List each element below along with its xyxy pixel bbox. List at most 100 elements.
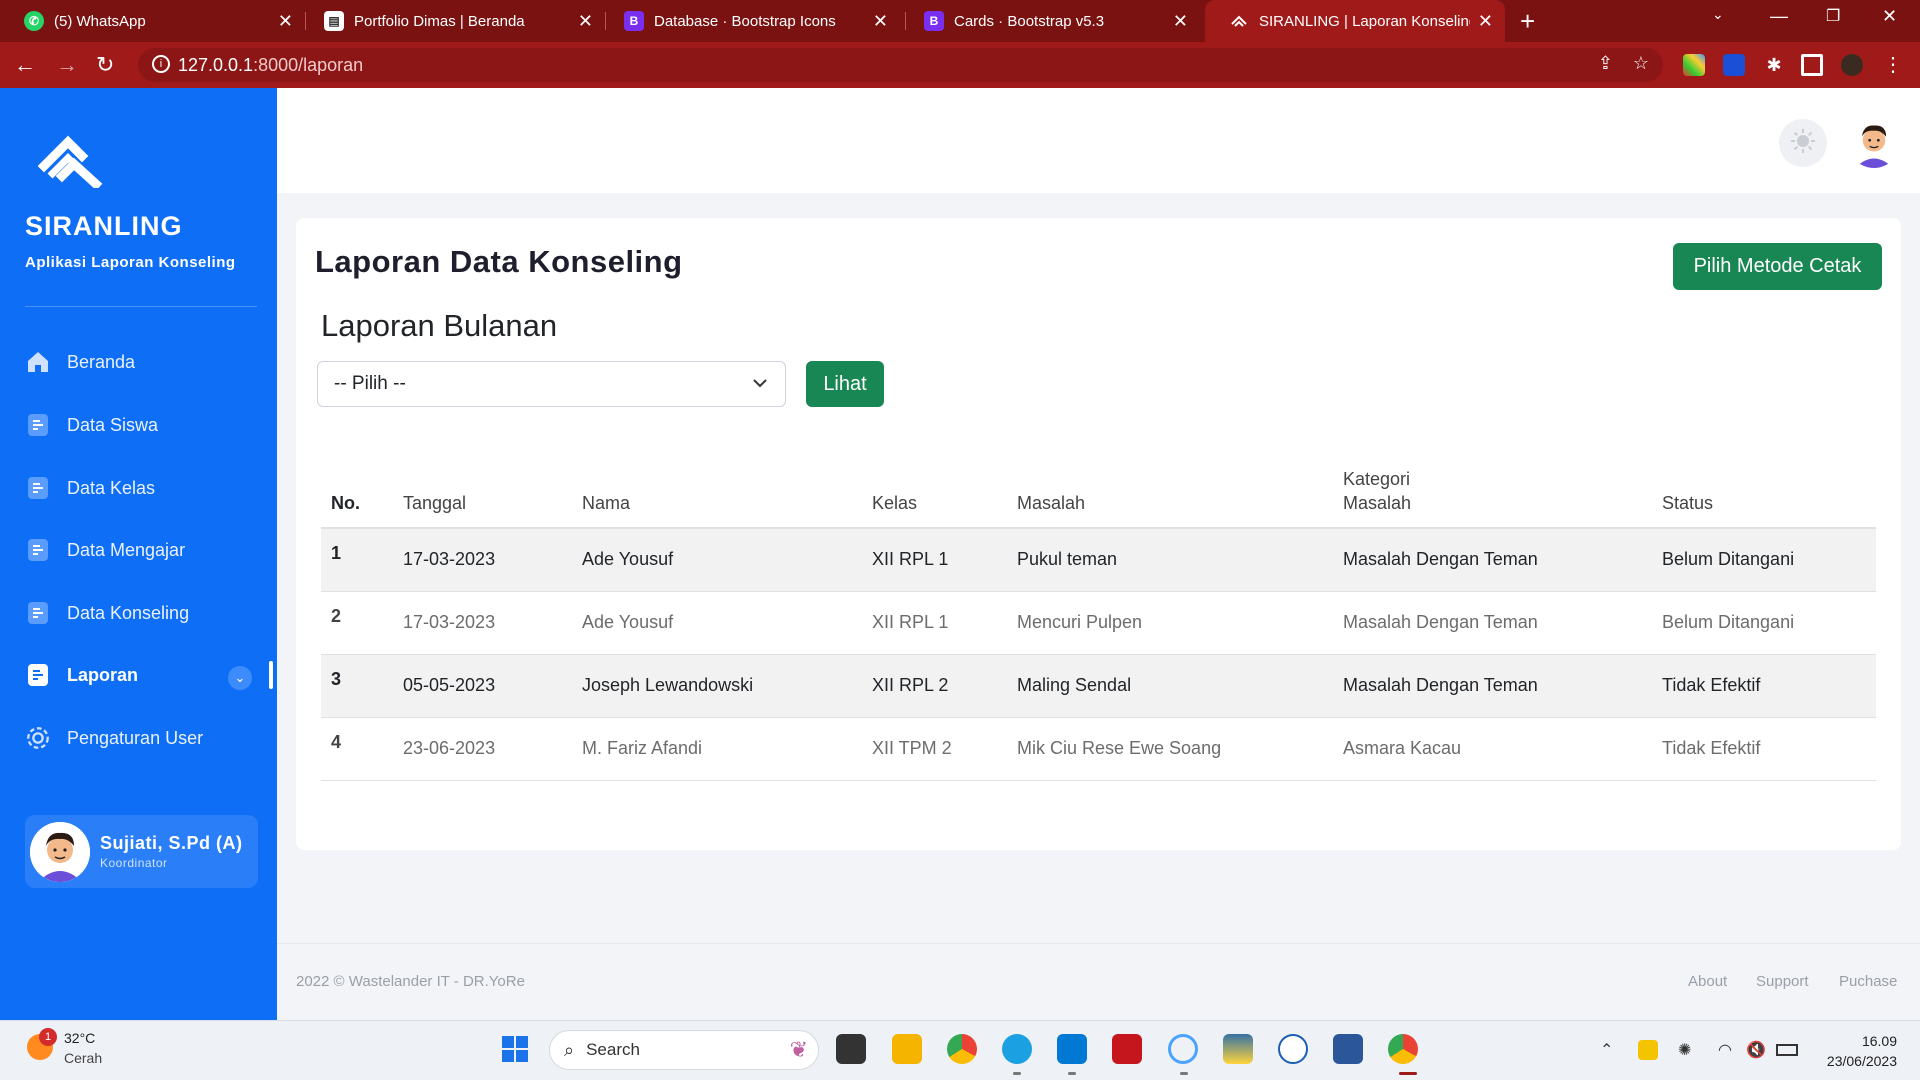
table-header-row: No. Tanggal Nama Kelas Masalah Kategori …	[321, 462, 1876, 529]
column-header: Kategori Masalah	[1333, 462, 1652, 529]
wifi-icon[interactable]: ◠	[1718, 1040, 1732, 1060]
taskbar-search[interactable]: ⌕ Search ❦	[549, 1030, 819, 1070]
sidebar-item-data-kelas[interactable]: Data Kelas	[25, 468, 155, 508]
column-header: Tanggal	[393, 462, 572, 529]
footer-link-about[interactable]: About	[1688, 973, 1727, 990]
top-header	[277, 88, 1920, 193]
sidebar-item-data-konseling[interactable]: Data Konseling	[25, 593, 189, 633]
windows-start-icon[interactable]	[500, 1034, 530, 1064]
translate-extension-icon[interactable]	[1723, 54, 1745, 76]
profile-avatar-icon[interactable]	[1841, 54, 1863, 76]
close-tab-icon[interactable]: ✕	[578, 11, 593, 32]
table-row[interactable]: 2 17-03-2023 Ade Yousuf XII RPL 1 Mencur…	[321, 591, 1876, 655]
print-method-button[interactable]: Pilih Metode Cetak	[1673, 243, 1882, 290]
side-panel-icon[interactable]	[1801, 54, 1823, 76]
share-icon[interactable]: ⇪	[1598, 53, 1613, 74]
tab-siranling[interactable]: SIRANLING | Laporan Konseling ✕	[1205, 0, 1505, 42]
app-w-icon[interactable]	[1278, 1034, 1308, 1064]
sidebar-item-pengaturan-user[interactable]: Pengaturan User	[25, 718, 203, 758]
column-header-text: Kategori Masalah	[1343, 469, 1412, 513]
table-row[interactable]: 4 23-06-2023 M. Fariz Afandi XII TPM 2 M…	[321, 717, 1876, 781]
sidebar-item-beranda[interactable]: Beranda	[25, 342, 135, 382]
battery-icon[interactable]	[1776, 1044, 1798, 1056]
view-button[interactable]: Lihat	[806, 361, 884, 407]
column-header: Nama	[572, 462, 862, 529]
tab-whatsapp[interactable]: ✆ (5) WhatsApp ✕	[0, 0, 305, 42]
search-icon: ⌕	[564, 1039, 575, 1060]
cell-category: Masalah Dengan Teman	[1333, 654, 1652, 718]
footer-link-support[interactable]: Support	[1756, 973, 1809, 990]
vscode-icon[interactable]	[1057, 1034, 1087, 1064]
siranling-logo-icon[interactable]	[37, 132, 106, 193]
sidebar-user-card[interactable]: Sujiati, S.Pd (A) Koordinator	[25, 815, 258, 888]
chrome-profile-icon[interactable]	[1388, 1034, 1418, 1064]
python-icon[interactable]	[1223, 1034, 1253, 1064]
sidebar-item-label: Laporan	[67, 664, 139, 685]
tab-title: Portfolio Dimas | Beranda	[354, 12, 525, 30]
cell-status: Tidak Efektif	[1652, 654, 1876, 718]
chrome-icon[interactable]	[947, 1034, 977, 1064]
footer-link-purchase[interactable]: Puchase	[1839, 973, 1897, 990]
close-tab-icon[interactable]: ✕	[873, 11, 888, 32]
laravel-app-icon[interactable]	[1112, 1034, 1142, 1064]
task-view-icon[interactable]	[836, 1034, 866, 1064]
taskbar-clock[interactable]: 16.09 23/06/2023	[1813, 1031, 1897, 1071]
list-icon	[25, 412, 51, 438]
cell-problem: Maling Sendal	[1007, 654, 1333, 718]
list-icon	[25, 600, 51, 626]
cell-class: XII RPL 1	[862, 591, 1007, 655]
edge-icon[interactable]	[1002, 1034, 1032, 1064]
close-tab-icon[interactable]: ✕	[278, 11, 293, 32]
header-avatar[interactable]	[1848, 116, 1900, 168]
tray-sync-icon[interactable]: ✺	[1678, 1040, 1691, 1060]
tab-bootstrap-cards[interactable]: B Cards · Bootstrap v5.3 ✕	[900, 0, 1200, 42]
volume-muted-icon[interactable]: 🔇	[1746, 1040, 1766, 1060]
minimize-icon[interactable]: —	[1770, 6, 1788, 27]
close-tab-icon[interactable]: ✕	[1478, 11, 1493, 32]
cell-no: 2	[321, 591, 393, 655]
extensions-puzzle-icon[interactable]: ✱	[1763, 54, 1785, 76]
copyright-text: 2022 © Wastelander IT - DR.YoRe	[296, 973, 525, 990]
month-select[interactable]: -- Pilih --	[317, 361, 786, 407]
tab-title: (5) WhatsApp	[54, 12, 146, 30]
address-bar[interactable]: i 127.0.0.1:8000/laporan ⇪ ☆	[138, 48, 1663, 82]
cell-category: Asmara Kacau	[1333, 717, 1652, 781]
browser-menu-icon[interactable]: ⋮	[1882, 54, 1904, 76]
tab-portfolio[interactable]: ▤ Portfolio Dimas | Beranda ✕	[300, 0, 605, 42]
table-row[interactable]: 1 17-03-2023 Ade Yousuf XII RPL 1 Pukul …	[321, 528, 1876, 592]
cell-class: XII RPL 1	[862, 528, 1007, 592]
tray-overflow-icon[interactable]: ⌃	[1600, 1040, 1613, 1060]
back-icon[interactable]: ←	[14, 52, 36, 78]
tray-app-icon[interactable]	[1638, 1040, 1658, 1060]
network-app-icon[interactable]	[1168, 1034, 1198, 1064]
word-icon[interactable]	[1333, 1034, 1363, 1064]
column-header: Kelas	[862, 462, 1007, 529]
window-close-icon[interactable]: ✕	[1882, 6, 1897, 27]
forward-icon[interactable]: →	[56, 52, 78, 78]
reload-icon[interactable]: ↻	[96, 52, 114, 78]
new-tab-button[interactable]: +	[1520, 6, 1535, 37]
tab-bootstrap-icons[interactable]: B Database · Bootstrap Icons ✕	[600, 0, 900, 42]
extension-icon[interactable]	[1683, 54, 1705, 76]
tab-title: SIRANLING | Laporan Konseling	[1259, 12, 1470, 30]
restore-icon[interactable]: ❐	[1826, 6, 1840, 26]
cell-name: Ade Yousuf	[572, 528, 862, 592]
table-row[interactable]: 3 05-05-2023 Joseph Lewandowski XII RPL …	[321, 654, 1876, 718]
url-host: 127.0.0.1	[178, 54, 254, 75]
tab-search-icon[interactable]: ⌄	[1712, 6, 1724, 23]
theme-toggle-button[interactable]	[1779, 119, 1827, 167]
sidebar-item-label: Data Mengajar	[67, 539, 186, 560]
file-explorer-icon[interactable]	[892, 1034, 922, 1064]
cell-date: 23-06-2023	[393, 717, 572, 781]
sidebar-item-laporan[interactable]: Laporan	[25, 655, 138, 695]
cell-date: 05-05-2023	[393, 654, 572, 718]
sidebar-item-data-mengajar[interactable]: Data Mengajar	[25, 530, 185, 570]
cell-class: XII RPL 2	[862, 654, 1007, 718]
cell-date: 17-03-2023	[393, 591, 572, 655]
bookmark-star-icon[interactable]: ☆	[1633, 53, 1649, 74]
url-path: :8000/laporan	[253, 54, 364, 75]
chevron-down-icon[interactable]: ⌄	[228, 666, 252, 690]
sidebar-item-data-siswa[interactable]: Data Siswa	[25, 405, 158, 445]
close-tab-icon[interactable]: ✕	[1173, 11, 1188, 32]
site-info-icon[interactable]: i	[152, 55, 170, 73]
